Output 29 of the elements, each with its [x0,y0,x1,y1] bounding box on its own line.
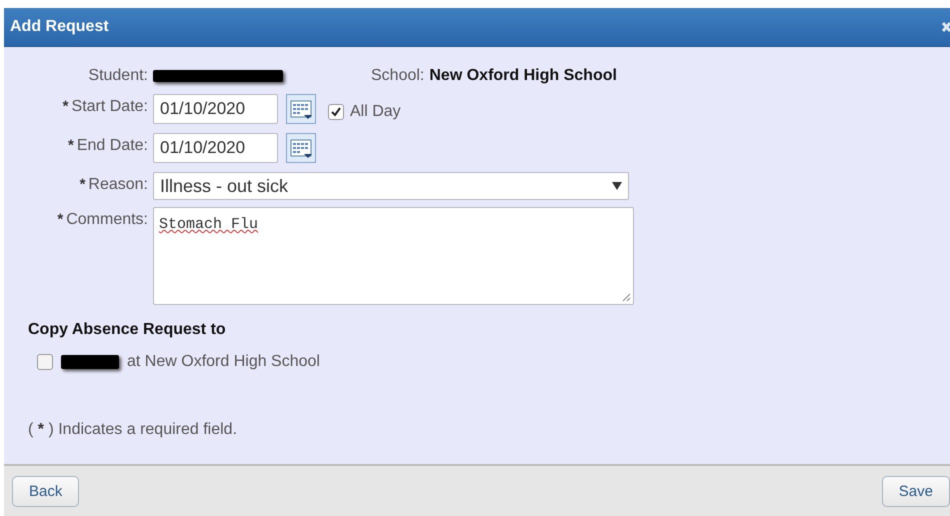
checkbox-label: at New Oxford High School [127,353,320,371]
school-name: New Oxford High School [429,67,617,85]
calendar-icon[interactable] [286,133,316,163]
field-label: Start Date: [72,98,148,116]
field-label: Reason: [88,176,148,194]
required-mark: * [57,211,64,228]
calendar-icon[interactable] [286,94,316,124]
required-note: ( * ) Indicates a required field. [28,421,238,439]
required-mark: * [80,176,86,193]
field-label: Comments: [66,211,148,229]
close-icon[interactable] [942,20,950,34]
comments-field[interactable]: Stomach Flu [153,207,634,305]
field-label: End Date: [76,137,148,155]
required-mark: * [62,98,69,115]
checkbox[interactable] [37,354,53,370]
required-mark: * [68,137,74,154]
date-field[interactable]: 01/10/2020 [153,133,278,163]
checkbox-label: All Day [350,103,401,121]
dropdown-arrow-icon[interactable] [612,182,622,190]
reason-dropdown[interactable]: Illness - out sick [153,172,629,200]
save-button[interactable]: Save [882,476,950,506]
resize-handle-icon[interactable] [622,293,631,302]
section-heading: Copy Absence Request to [28,321,227,339]
field-label: Student: [88,67,148,85]
field-label: School: [371,67,424,85]
date-field[interactable]: 01/10/2020 [153,94,278,124]
checkbox[interactable] [328,104,344,120]
back-button[interactable]: Back [12,476,80,506]
window-title: Add Request [10,18,109,36]
